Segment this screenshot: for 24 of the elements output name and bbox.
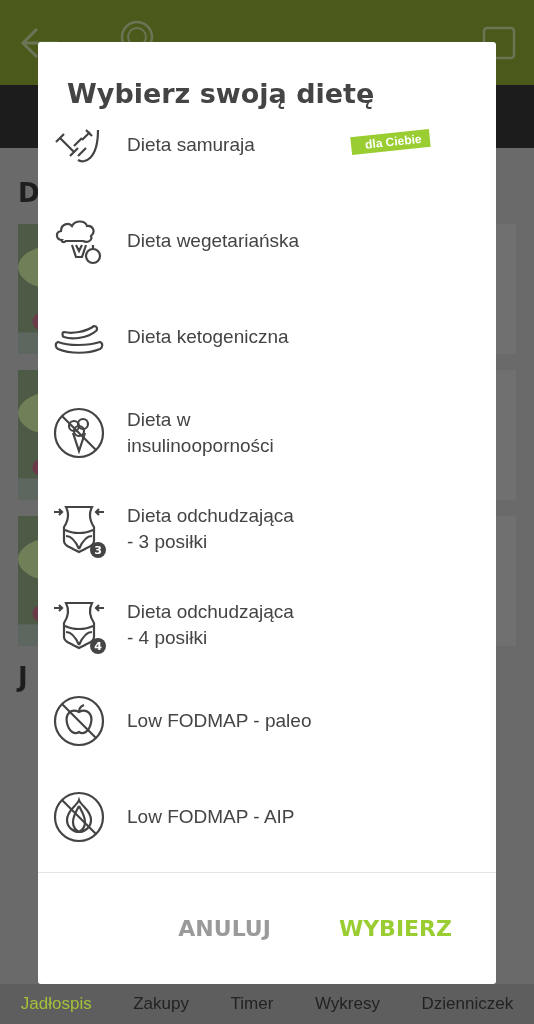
diet-option[interactable]: Dieta samuraja dla Ciebie bbox=[38, 128, 496, 193]
no-apple-icon bbox=[52, 694, 106, 748]
recommended-badge: dla Ciebie bbox=[350, 128, 431, 156]
diet-option[interactable]: Dieta ketogeniczna bbox=[38, 289, 496, 385]
diet-name: Dieta wegetariańska bbox=[127, 229, 300, 253]
section-heading: D bbox=[18, 178, 41, 208]
number-badge: 4 bbox=[90, 638, 106, 654]
no-ice-cream-icon bbox=[52, 406, 106, 460]
diet-name: Dieta samuraja bbox=[127, 133, 255, 157]
diet-option[interactable]: 3 Dieta odchudzająca - 3 posiłki bbox=[38, 481, 496, 577]
diet-option[interactable]: 4 Dieta odchudzająca - 4 posiłki bbox=[38, 577, 496, 673]
diet-name: Low FODMAP - paleo bbox=[127, 709, 312, 733]
diet-name: Dieta odchudzająca - 3 posiłki bbox=[127, 504, 294, 554]
diet-name: Dieta ketogeniczna bbox=[127, 325, 289, 349]
diet-option[interactable]: Low FODMAP - AIP bbox=[38, 769, 496, 865]
diet-name: Dieta odchudzająca - 4 posiłki bbox=[127, 600, 294, 650]
section-heading: J bbox=[18, 662, 29, 692]
diet-option[interactable]: Low FODMAP - paleo bbox=[38, 673, 496, 769]
diet-name: Dieta w insulinooporności bbox=[127, 408, 274, 458]
diet-option[interactable]: Dieta wegetariańska bbox=[38, 193, 496, 289]
number-badge: 3 bbox=[90, 542, 106, 558]
diet-option[interactable]: Dieta w insulinooporności bbox=[38, 385, 496, 481]
dialog-title: Wybierz swoją dietę bbox=[67, 78, 375, 111]
diet-name: Low FODMAP - AIP bbox=[127, 805, 295, 829]
